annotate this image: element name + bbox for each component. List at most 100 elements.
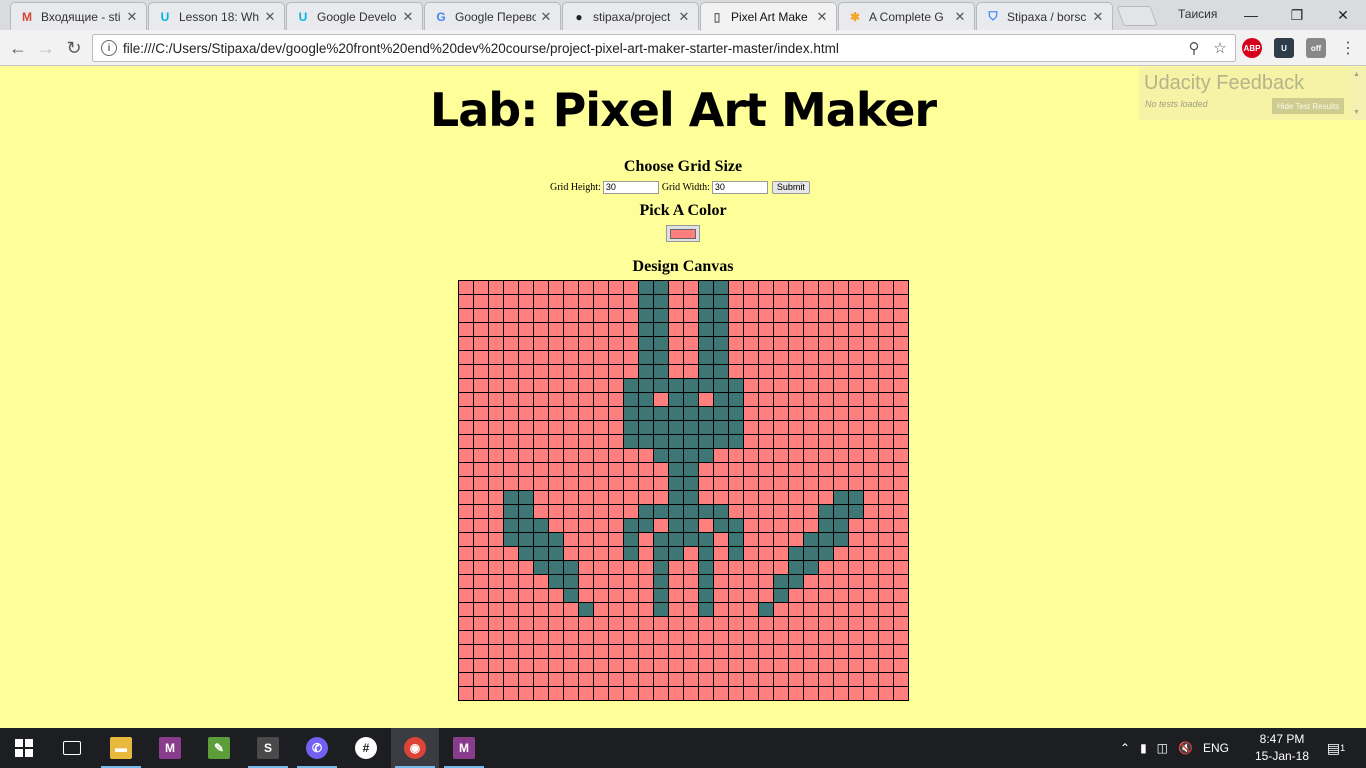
- canvas-cell[interactable]: [683, 574, 699, 589]
- canvas-cell[interactable]: [548, 504, 564, 519]
- canvas-cell[interactable]: [698, 672, 714, 687]
- canvas-cell[interactable]: [518, 308, 534, 323]
- canvas-cell[interactable]: [668, 672, 684, 687]
- canvas-cell[interactable]: [728, 308, 744, 323]
- canvas-cell[interactable]: [668, 406, 684, 421]
- minimize-button[interactable]: —: [1228, 0, 1274, 30]
- canvas-cell[interactable]: [743, 350, 759, 365]
- canvas-cell[interactable]: [548, 532, 564, 547]
- canvas-cell[interactable]: [563, 504, 579, 519]
- canvas-cell[interactable]: [488, 504, 504, 519]
- canvas-cell[interactable]: [848, 644, 864, 659]
- canvas-cell[interactable]: [788, 420, 804, 435]
- canvas-cell[interactable]: [548, 392, 564, 407]
- canvas-cell[interactable]: [818, 686, 834, 701]
- canvas-cell[interactable]: [518, 588, 534, 603]
- canvas-cell[interactable]: [563, 490, 579, 505]
- canvas-cell[interactable]: [548, 462, 564, 477]
- scroll-up-icon[interactable]: ▲: [1353, 71, 1360, 78]
- canvas-cell[interactable]: [833, 588, 849, 603]
- canvas-cell[interactable]: [713, 392, 729, 407]
- canvas-cell[interactable]: [593, 392, 609, 407]
- canvas-cell[interactable]: [893, 434, 909, 449]
- canvas-cell[interactable]: [638, 462, 654, 477]
- canvas-cell[interactable]: [623, 392, 639, 407]
- canvas-cell[interactable]: [458, 448, 474, 463]
- canvas-cell[interactable]: [713, 490, 729, 505]
- canvas-cell[interactable]: [548, 574, 564, 589]
- canvas-cell[interactable]: [458, 546, 474, 561]
- canvas-cell[interactable]: [608, 686, 624, 701]
- canvas-cell[interactable]: [743, 630, 759, 645]
- canvas-cell[interactable]: [893, 518, 909, 533]
- canvas-cell[interactable]: [503, 322, 519, 337]
- canvas-cell[interactable]: [638, 294, 654, 309]
- canvas-cell[interactable]: [503, 602, 519, 617]
- canvas-cell[interactable]: [893, 588, 909, 603]
- canvas-cell[interactable]: [728, 434, 744, 449]
- canvas-cell[interactable]: [638, 658, 654, 673]
- canvas-cell[interactable]: [533, 350, 549, 365]
- canvas-cell[interactable]: [503, 560, 519, 575]
- off-extension-icon[interactable]: off: [1306, 38, 1326, 58]
- canvas-cell[interactable]: [488, 574, 504, 589]
- canvas-cell[interactable]: [863, 560, 879, 575]
- canvas-cell[interactable]: [548, 560, 564, 575]
- canvas-cell[interactable]: [743, 602, 759, 617]
- canvas-cell[interactable]: [743, 294, 759, 309]
- canvas-cell[interactable]: [833, 574, 849, 589]
- canvas-cell[interactable]: [608, 560, 624, 575]
- canvas-cell[interactable]: [893, 336, 909, 351]
- canvas-cell[interactable]: [788, 462, 804, 477]
- canvas-cell[interactable]: [788, 504, 804, 519]
- canvas-cell[interactable]: [728, 518, 744, 533]
- canvas-cell[interactable]: [788, 658, 804, 673]
- canvas-cell[interactable]: [758, 392, 774, 407]
- canvas-cell[interactable]: [593, 630, 609, 645]
- canvas-cell[interactable]: [518, 616, 534, 631]
- canvas-cell[interactable]: [578, 518, 594, 533]
- canvas-cell[interactable]: [488, 658, 504, 673]
- canvas-cell[interactable]: [533, 504, 549, 519]
- canvas-cell[interactable]: [608, 616, 624, 631]
- canvas-cell[interactable]: [728, 602, 744, 617]
- canvas-cell[interactable]: [863, 574, 879, 589]
- canvas-cell[interactable]: [578, 322, 594, 337]
- canvas-cell[interactable]: [728, 546, 744, 561]
- canvas-cell[interactable]: [578, 630, 594, 645]
- canvas-cell[interactable]: [788, 434, 804, 449]
- network-icon[interactable]: ◫: [1157, 741, 1168, 755]
- canvas-cell[interactable]: [503, 350, 519, 365]
- canvas-cell[interactable]: [683, 420, 699, 435]
- canvas-cell[interactable]: [803, 392, 819, 407]
- canvas-cell[interactable]: [818, 448, 834, 463]
- canvas-cell[interactable]: [488, 672, 504, 687]
- canvas-cell[interactable]: [518, 658, 534, 673]
- canvas-cell[interactable]: [578, 602, 594, 617]
- canvas-cell[interactable]: [788, 392, 804, 407]
- canvas-cell[interactable]: [653, 378, 669, 393]
- canvas-cell[interactable]: [503, 672, 519, 687]
- grid-width-input[interactable]: [711, 180, 768, 194]
- canvas-cell[interactable]: [548, 658, 564, 673]
- canvas-cell[interactable]: [683, 532, 699, 547]
- canvas-cell[interactable]: [548, 308, 564, 323]
- canvas-cell[interactable]: [728, 378, 744, 393]
- canvas-cell[interactable]: [518, 518, 534, 533]
- canvas-cell[interactable]: [578, 364, 594, 379]
- canvas-cell[interactable]: [893, 448, 909, 463]
- canvas-cell[interactable]: [488, 546, 504, 561]
- canvas-cell[interactable]: [563, 420, 579, 435]
- canvas-cell[interactable]: [848, 448, 864, 463]
- canvas-cell[interactable]: [488, 378, 504, 393]
- canvas-cell[interactable]: [593, 322, 609, 337]
- browser-tab[interactable]: ✱ A Complete G ✕: [838, 2, 975, 30]
- tab-close-icon[interactable]: ✕: [678, 9, 690, 25]
- canvas-cell[interactable]: [848, 490, 864, 505]
- canvas-cell[interactable]: [503, 378, 519, 393]
- canvas-cell[interactable]: [893, 308, 909, 323]
- canvas-cell[interactable]: [578, 378, 594, 393]
- canvas-cell[interactable]: [548, 518, 564, 533]
- canvas-cell[interactable]: [698, 364, 714, 379]
- canvas-cell[interactable]: [503, 336, 519, 351]
